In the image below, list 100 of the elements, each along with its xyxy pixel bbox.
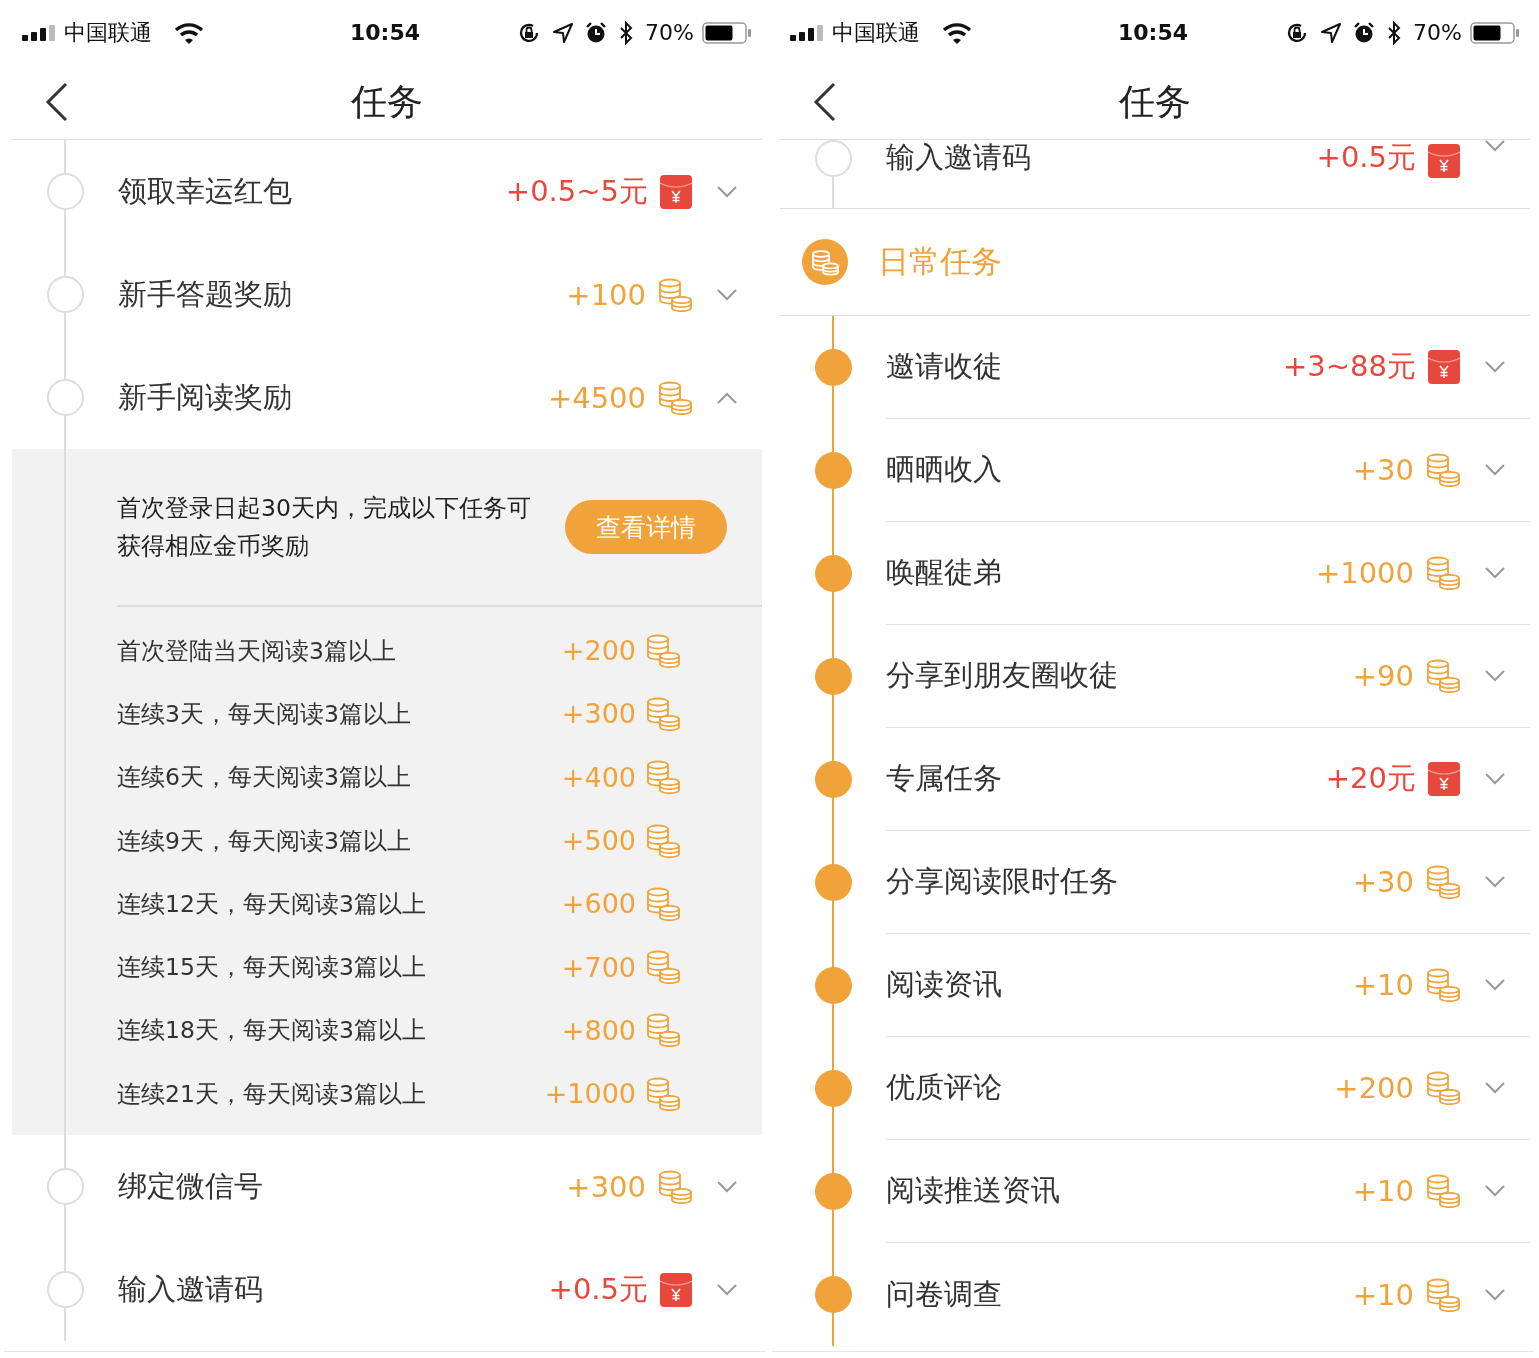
task-name: 输入邀请码 xyxy=(118,1270,264,1308)
reward-amount: +0.5元 xyxy=(548,1270,648,1308)
expand-icon[interactable] xyxy=(1485,979,1505,991)
coins-icon xyxy=(646,633,680,668)
status-time: 10:54 xyxy=(1118,20,1188,45)
page-title: 任务 xyxy=(1119,80,1191,122)
location-icon xyxy=(1321,22,1342,43)
bluetooth-icon xyxy=(1387,20,1402,45)
reward-amount: +10 xyxy=(1352,1277,1414,1312)
wifi-icon xyxy=(942,21,972,44)
task-name: 邀请收徒 xyxy=(886,348,1003,385)
battery-icon xyxy=(1470,21,1520,44)
coins-icon xyxy=(658,277,692,312)
reward-amount: +300 xyxy=(561,698,636,730)
task-name: 新手答题奖励 xyxy=(118,275,293,313)
coins-icon xyxy=(1426,556,1460,590)
wifi-icon xyxy=(174,21,204,44)
coins-icon xyxy=(646,696,680,731)
subtask-name: 连续9天，每天阅读3篇以上 xyxy=(117,825,412,857)
coins-icon xyxy=(646,760,680,795)
coins-icon xyxy=(646,823,680,858)
coins-icon xyxy=(658,380,692,415)
task-name: 领取幸运红包 xyxy=(118,172,293,210)
coins-icon xyxy=(1426,659,1460,693)
task-description: 首次登录日起30天内，完成以下任务可获得相应金币奖励 xyxy=(117,493,532,562)
coins-icon xyxy=(646,1076,680,1111)
coins-icon xyxy=(658,1169,692,1204)
expand-icon[interactable] xyxy=(1485,1288,1505,1301)
coins-icon xyxy=(802,239,848,285)
expand-icon[interactable] xyxy=(1485,1185,1505,1197)
reward-amount: +1000 xyxy=(1315,556,1414,590)
expand-icon[interactable] xyxy=(1485,670,1505,682)
reward-amount: +3~88元 xyxy=(1283,348,1416,385)
battery-percentage: 70% xyxy=(1413,20,1462,45)
alarm-icon xyxy=(1353,21,1376,44)
reward-amount: +0.5~5元 xyxy=(505,172,648,210)
reward-amount: +700 xyxy=(561,951,636,983)
reward-amount: +400 xyxy=(561,761,636,793)
reward-amount: +600 xyxy=(561,888,636,920)
expand-icon[interactable] xyxy=(1485,361,1505,373)
expand-icon[interactable] xyxy=(1485,1082,1505,1094)
subtask-name: 连续15天，每天阅读3篇以上 xyxy=(117,952,427,984)
coins-icon xyxy=(1426,453,1460,487)
expand-icon[interactable] xyxy=(1485,773,1505,785)
reward-amount: +800 xyxy=(561,1014,636,1046)
back-icon[interactable] xyxy=(45,82,69,122)
task-name: 唤醒徒弟 xyxy=(886,554,1003,591)
coins-icon xyxy=(1426,968,1460,1002)
task-name: 分享到朋友圈收徒 xyxy=(886,657,1119,694)
reward-amount: +90 xyxy=(1352,659,1414,693)
subtask-name: 连续21天，每天阅读3篇以上 xyxy=(117,1078,427,1110)
reward-amount: +30 xyxy=(1352,865,1414,899)
coins-icon xyxy=(646,1013,680,1048)
collapse-icon[interactable] xyxy=(717,391,737,404)
expand-icon[interactable] xyxy=(1485,140,1505,152)
reward-amount: +10 xyxy=(1352,968,1414,1002)
reward-amount: +500 xyxy=(561,825,636,857)
coins-icon xyxy=(646,886,680,921)
battery-icon xyxy=(702,21,752,44)
reward-amount: +1000 xyxy=(544,1078,636,1110)
view-details-button[interactable]: 查看详情 xyxy=(565,500,727,554)
expand-icon[interactable] xyxy=(717,1180,737,1193)
envelope-icon xyxy=(1428,762,1460,796)
subtask-name: 连续12天，每天阅读3篇以上 xyxy=(117,888,427,920)
reward-amount: +30 xyxy=(1352,453,1414,487)
alarm-icon xyxy=(585,21,608,44)
reward-amount: +10 xyxy=(1352,1174,1414,1208)
reward-amount: +200 xyxy=(561,635,636,667)
envelope-icon xyxy=(1428,144,1460,178)
envelope-icon xyxy=(660,174,692,209)
coins-icon xyxy=(1426,1071,1460,1105)
task-name: 晒晒收入 xyxy=(886,451,1003,488)
task-name: 阅读资讯 xyxy=(886,966,1003,1003)
reward-amount: +300 xyxy=(566,1169,646,1204)
subtask-name: 连续3天，每天阅读3篇以上 xyxy=(117,698,412,730)
reward-amount: +20元 xyxy=(1325,760,1416,797)
expand-icon[interactable] xyxy=(1485,464,1505,476)
expand-icon[interactable] xyxy=(717,185,737,198)
back-icon[interactable] xyxy=(813,82,837,122)
carrier-name: 中国联通 xyxy=(64,18,152,47)
subtask-name: 首次登陆当天阅读3篇以上 xyxy=(117,635,397,667)
section-title: 日常任务 xyxy=(878,242,1002,281)
subtask-name: 连续6天，每天阅读3篇以上 xyxy=(117,762,412,794)
battery-percentage: 70% xyxy=(645,20,694,45)
envelope-icon xyxy=(1428,350,1460,384)
task-name: 问卷调查 xyxy=(886,1275,1003,1313)
carrier-name: 中国联通 xyxy=(832,18,920,47)
expand-icon[interactable] xyxy=(1485,876,1505,888)
expand-icon[interactable] xyxy=(717,288,737,301)
task-name: 分享阅读限时任务 xyxy=(886,863,1119,900)
coins-icon xyxy=(1426,1174,1460,1208)
expand-icon[interactable] xyxy=(1485,567,1505,579)
subtask-name: 连续18天，每天阅读3篇以上 xyxy=(117,1015,427,1047)
reward-amount: +0.5元 xyxy=(1316,140,1416,174)
coins-icon xyxy=(1426,865,1460,899)
expand-icon[interactable] xyxy=(717,1283,737,1296)
task-name: 专属任务 xyxy=(886,760,1003,797)
reward-amount: +200 xyxy=(1334,1071,1414,1105)
task-name: 阅读推送资讯 xyxy=(886,1172,1061,1209)
coins-icon xyxy=(646,950,680,985)
